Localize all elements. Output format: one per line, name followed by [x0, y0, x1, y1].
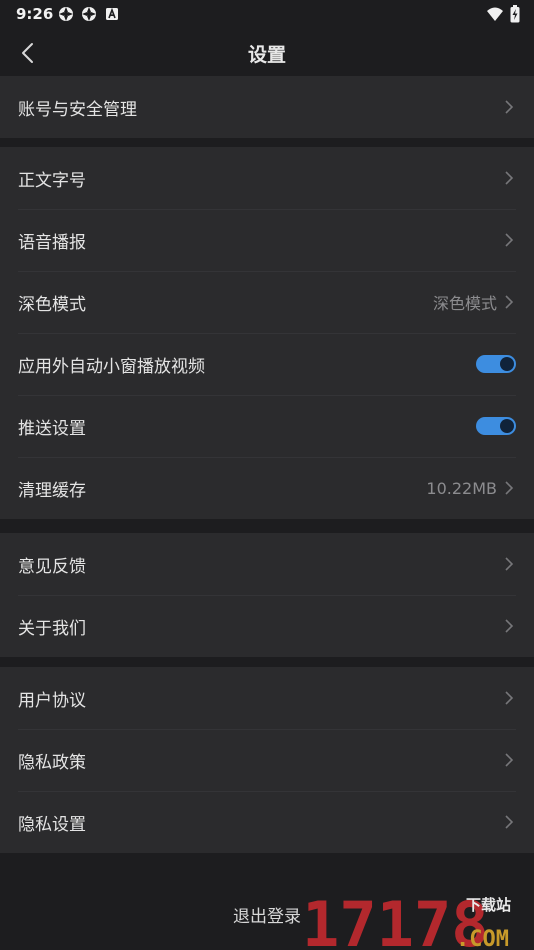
auto-pip-video-toggle[interactable]: [476, 355, 516, 373]
settings-group-feedback: 意见反馈 关于我们: [0, 533, 534, 657]
toggle-knob: [500, 419, 514, 433]
status-time: 9:26: [16, 5, 54, 23]
auto-pip-video-row: 应用外自动小窗播放视频: [0, 333, 534, 395]
page-title: 设置: [247, 44, 286, 66]
privacy-settings-row[interactable]: 隐私设置: [0, 791, 534, 853]
watermark-logo: 17178 下载站 .COM: [302, 890, 511, 948]
user-agreement-row[interactable]: 用户协议: [0, 667, 534, 729]
row-label: 深色模式: [18, 294, 86, 315]
settings-group-legal: 用户协议 隐私政策 隐私设置: [0, 667, 534, 853]
row-label: 应用外自动小窗播放视频: [18, 356, 205, 377]
chevron-right-icon: [505, 100, 514, 114]
voice-broadcast-row[interactable]: 语音播报: [0, 209, 534, 271]
row-label: 隐私政策: [18, 752, 86, 773]
chevron-right-icon: [505, 233, 514, 247]
nav-bar: 设置: [0, 28, 534, 76]
chevron-right-icon: [505, 815, 514, 829]
chevron-right-icon: [505, 481, 514, 495]
settings-group-general: 正文字号 语音播报 深色模式 深色模式 应用外自动小窗播放视频 推送设置 清理缓…: [0, 147, 534, 519]
chevron-right-icon: [505, 619, 514, 633]
push-settings-row: 推送设置: [0, 395, 534, 457]
row-label: 关于我们: [18, 618, 86, 639]
font-size-row[interactable]: 正文字号: [0, 147, 534, 209]
status-notification-icons: [58, 6, 120, 22]
dark-mode-row[interactable]: 深色模式 深色模式: [0, 271, 534, 333]
settings-group-account: 账号与安全管理: [0, 76, 534, 138]
toggle-knob: [500, 357, 514, 371]
app-notification-icon: [59, 7, 73, 21]
clear-cache-row[interactable]: 清理缓存 10.22MB: [0, 457, 534, 519]
chevron-right-icon: [505, 691, 514, 705]
watermark-top: 下载站: [466, 896, 511, 914]
dark-mode-value: 深色模式: [432, 294, 497, 313]
row-label: 用户协议: [18, 690, 86, 711]
row-label: 推送设置: [18, 418, 86, 439]
chevron-right-icon: [505, 295, 514, 309]
row-label: 语音播报: [18, 232, 86, 253]
status-right-icons: [486, 5, 520, 23]
app-notification-icon: [82, 7, 96, 21]
about-us-row[interactable]: 关于我们: [0, 595, 534, 657]
a-badge-icon: [106, 7, 118, 20]
row-label: 隐私设置: [18, 814, 86, 835]
chevron-right-icon: [505, 753, 514, 767]
row-label: 清理缓存: [18, 480, 86, 501]
privacy-policy-row[interactable]: 隐私政策: [0, 729, 534, 791]
wifi-icon: [487, 7, 503, 21]
row-label: 账号与安全管理: [18, 99, 137, 120]
feedback-row[interactable]: 意见反馈: [0, 533, 534, 595]
cache-size-value: 10.22MB: [426, 478, 497, 498]
account-security-row[interactable]: 账号与安全管理: [0, 76, 534, 138]
watermark-suffix: .COM: [456, 927, 509, 948]
status-bar: 9:26: [0, 0, 534, 28]
row-label: 正文字号: [18, 170, 86, 191]
chevron-right-icon: [505, 171, 514, 185]
battery-charging-icon: [510, 5, 520, 23]
row-label: 意见反馈: [18, 556, 86, 577]
chevron-right-icon: [505, 557, 514, 571]
push-settings-toggle[interactable]: [476, 417, 516, 435]
